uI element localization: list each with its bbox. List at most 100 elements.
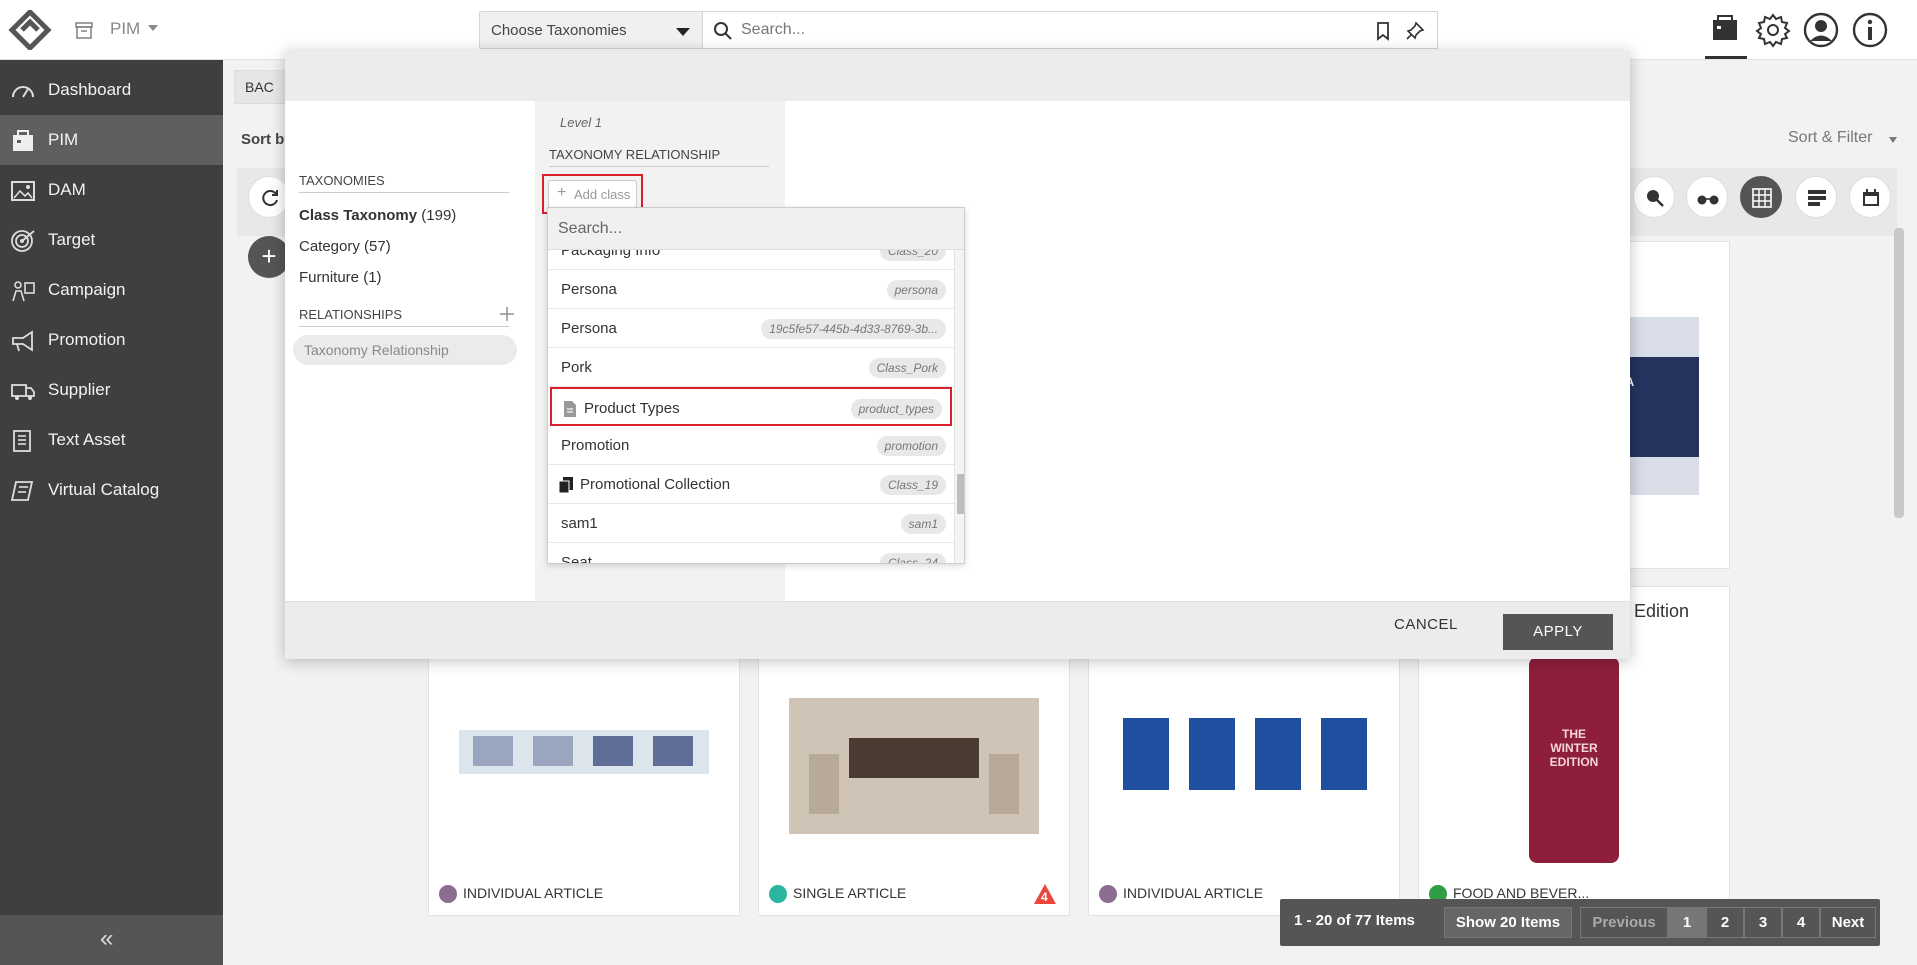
taxonomy-item-class-taxonomy[interactable]: Class Taxonomy (199) bbox=[299, 207, 456, 224]
class-search-input[interactable] bbox=[558, 217, 948, 241]
sidebar-item-supplier[interactable]: Supplier bbox=[0, 365, 223, 415]
plus-icon: + bbox=[557, 184, 567, 201]
catalog-icon bbox=[10, 481, 34, 501]
taxonomy-item-category[interactable]: Category (57) bbox=[299, 238, 391, 255]
product-card[interactable]: SINGLE ARTICLE 4 bbox=[758, 655, 1070, 916]
page-3-button[interactable]: 3 bbox=[1744, 907, 1782, 938]
class-dropdown: Packaging Info Class_20 Persona persona … bbox=[547, 207, 965, 564]
grid-icon bbox=[1752, 188, 1772, 208]
sidebar-item-campaign[interactable]: Campaign bbox=[0, 265, 223, 315]
add-button[interactable]: + bbox=[248, 236, 290, 278]
sidebar-item-text-asset[interactable]: Text Asset bbox=[0, 415, 223, 465]
relationships-heading: RELATIONSHIPS bbox=[299, 307, 509, 327]
type-badge-icon bbox=[769, 885, 787, 903]
card-title: Edition bbox=[1634, 601, 1690, 621]
app-logo-icon[interactable] bbox=[8, 10, 52, 50]
page-2-button[interactable]: 2 bbox=[1706, 907, 1744, 938]
apply-button[interactable]: APPLY bbox=[1503, 614, 1613, 650]
archive-icon bbox=[75, 22, 93, 39]
product-card[interactable]: INDIVIDUAL ARTICLE bbox=[1088, 655, 1400, 916]
taxonomy-item-furniture[interactable]: Furniture (1) bbox=[299, 269, 382, 286]
refresh-icon bbox=[262, 190, 278, 207]
products-icon[interactable] bbox=[1705, 10, 1745, 50]
megaphone-icon bbox=[12, 330, 33, 352]
back-button-label: BAC bbox=[245, 79, 274, 95]
cancel-button[interactable]: CANCEL bbox=[1394, 616, 1458, 633]
chevron-down-icon[interactable] bbox=[148, 25, 158, 31]
card-type: INDIVIDUAL ARTICLE bbox=[1099, 885, 1263, 903]
product-card[interactable]: INDIVIDUAL ARTICLE bbox=[428, 655, 740, 916]
sidebar-item-dashboard[interactable]: Dashboard bbox=[0, 65, 223, 115]
class-option[interactable]: Persona 19c5fe57-445b-4d33-8769-3b... bbox=[548, 309, 954, 348]
add-relationship-icon[interactable] bbox=[499, 306, 515, 322]
previous-page-button[interactable]: Previous bbox=[1580, 907, 1668, 938]
product-image bbox=[459, 730, 709, 774]
sidebar-item-virtual-catalog[interactable]: Virtual Catalog bbox=[0, 465, 223, 515]
info-icon[interactable] bbox=[1850, 10, 1890, 50]
dashboard-icon bbox=[12, 86, 34, 98]
list-view-button[interactable] bbox=[1795, 176, 1837, 218]
user-avatar-icon[interactable] bbox=[1801, 10, 1841, 50]
caret-down-icon bbox=[1889, 137, 1897, 143]
grid-view-button[interactable] bbox=[1740, 176, 1782, 218]
scrollbar[interactable] bbox=[1894, 228, 1904, 518]
class-option[interactable]: Promotional Collection Class_19 bbox=[548, 465, 954, 504]
level-label: Level 1 bbox=[560, 115, 602, 130]
page-1-button[interactable]: 1 bbox=[1668, 907, 1706, 938]
class-option[interactable]: Persona persona bbox=[548, 270, 954, 309]
class-code-badge: sam1 bbox=[900, 514, 946, 534]
class-option[interactable]: Seat Class_24 bbox=[548, 543, 954, 563]
add-class-button[interactable]: + Add class bbox=[548, 180, 637, 208]
class-option[interactable]: Promotion promotion bbox=[548, 426, 954, 465]
sidebar-item-promotion[interactable]: Promotion bbox=[0, 315, 223, 365]
taxonomy-panel: TAXONOMIES Class Taxonomy (199) Category… bbox=[293, 101, 519, 601]
class-option-selected[interactable]: Product Types product_types bbox=[550, 387, 952, 426]
taxonomy-select[interactable]: Choose Taxonomies bbox=[479, 11, 703, 49]
target-icon bbox=[11, 230, 35, 252]
document-icon bbox=[564, 401, 576, 417]
sort-filter-button[interactable]: Sort & Filter bbox=[1788, 129, 1872, 147]
type-badge-icon bbox=[1099, 885, 1117, 903]
global-search bbox=[703, 11, 1438, 49]
sidebar-item-target[interactable]: Target bbox=[0, 215, 223, 265]
search-input[interactable] bbox=[741, 18, 1341, 42]
module-switcher[interactable]: PIM bbox=[110, 19, 140, 39]
zoom-button[interactable] bbox=[1633, 176, 1675, 218]
class-option[interactable]: sam1 sam1 bbox=[548, 504, 954, 543]
product-image: THE WINTER EDITION bbox=[1529, 657, 1619, 863]
dropdown-search bbox=[548, 208, 964, 250]
class-code-badge: Class_Pork bbox=[868, 358, 946, 378]
calendar-view-button[interactable] bbox=[1849, 176, 1891, 218]
sidebar-item-label: Target bbox=[48, 230, 96, 249]
dropdown-scroll-thumb[interactable] bbox=[957, 474, 964, 514]
sidebar-item-dam[interactable]: DAM bbox=[0, 165, 223, 215]
next-page-button[interactable]: Next bbox=[1820, 907, 1876, 938]
class-option[interactable]: Pork Class_Pork bbox=[548, 348, 954, 387]
bookmark-icon[interactable] bbox=[1373, 21, 1393, 41]
type-badge-icon bbox=[439, 885, 457, 903]
zoom-icon bbox=[1647, 190, 1664, 207]
sidebar-item-pim[interactable]: PIM bbox=[0, 115, 223, 165]
page-4-button[interactable]: 4 bbox=[1782, 907, 1820, 938]
card-type: SINGLE ARTICLE bbox=[769, 885, 906, 903]
class-list: Packaging Info Class_20 Persona persona … bbox=[548, 250, 954, 563]
sidebar-collapse-button[interactable]: « bbox=[0, 915, 223, 965]
taxonomy-relationship-heading: TAXONOMY RELATIONSHIP bbox=[549, 147, 769, 167]
refresh-button[interactable] bbox=[248, 176, 290, 218]
taxonomy-select-label: Choose Taxonomies bbox=[491, 22, 627, 39]
pin-icon[interactable] bbox=[1405, 21, 1425, 41]
product-image bbox=[1123, 718, 1367, 790]
preview-button[interactable] bbox=[1686, 176, 1728, 218]
product-image bbox=[789, 698, 1039, 834]
class-code-badge: promotion bbox=[876, 436, 946, 456]
class-option[interactable]: Packaging Info Class_20 bbox=[548, 250, 954, 270]
document-icon bbox=[13, 430, 31, 452]
gear-icon[interactable] bbox=[1753, 10, 1793, 50]
dropdown-scrollbar[interactable] bbox=[954, 250, 964, 563]
sidebar-item-label: Virtual Catalog bbox=[48, 480, 160, 499]
page-size-button[interactable]: Show 20 Items bbox=[1444, 907, 1572, 938]
class-code-badge: product_types bbox=[850, 399, 942, 419]
pim-icon bbox=[13, 130, 33, 151]
modal-header bbox=[285, 51, 1630, 101]
relationship-item-taxonomy-relationship[interactable]: Taxonomy Relationship bbox=[293, 335, 517, 365]
